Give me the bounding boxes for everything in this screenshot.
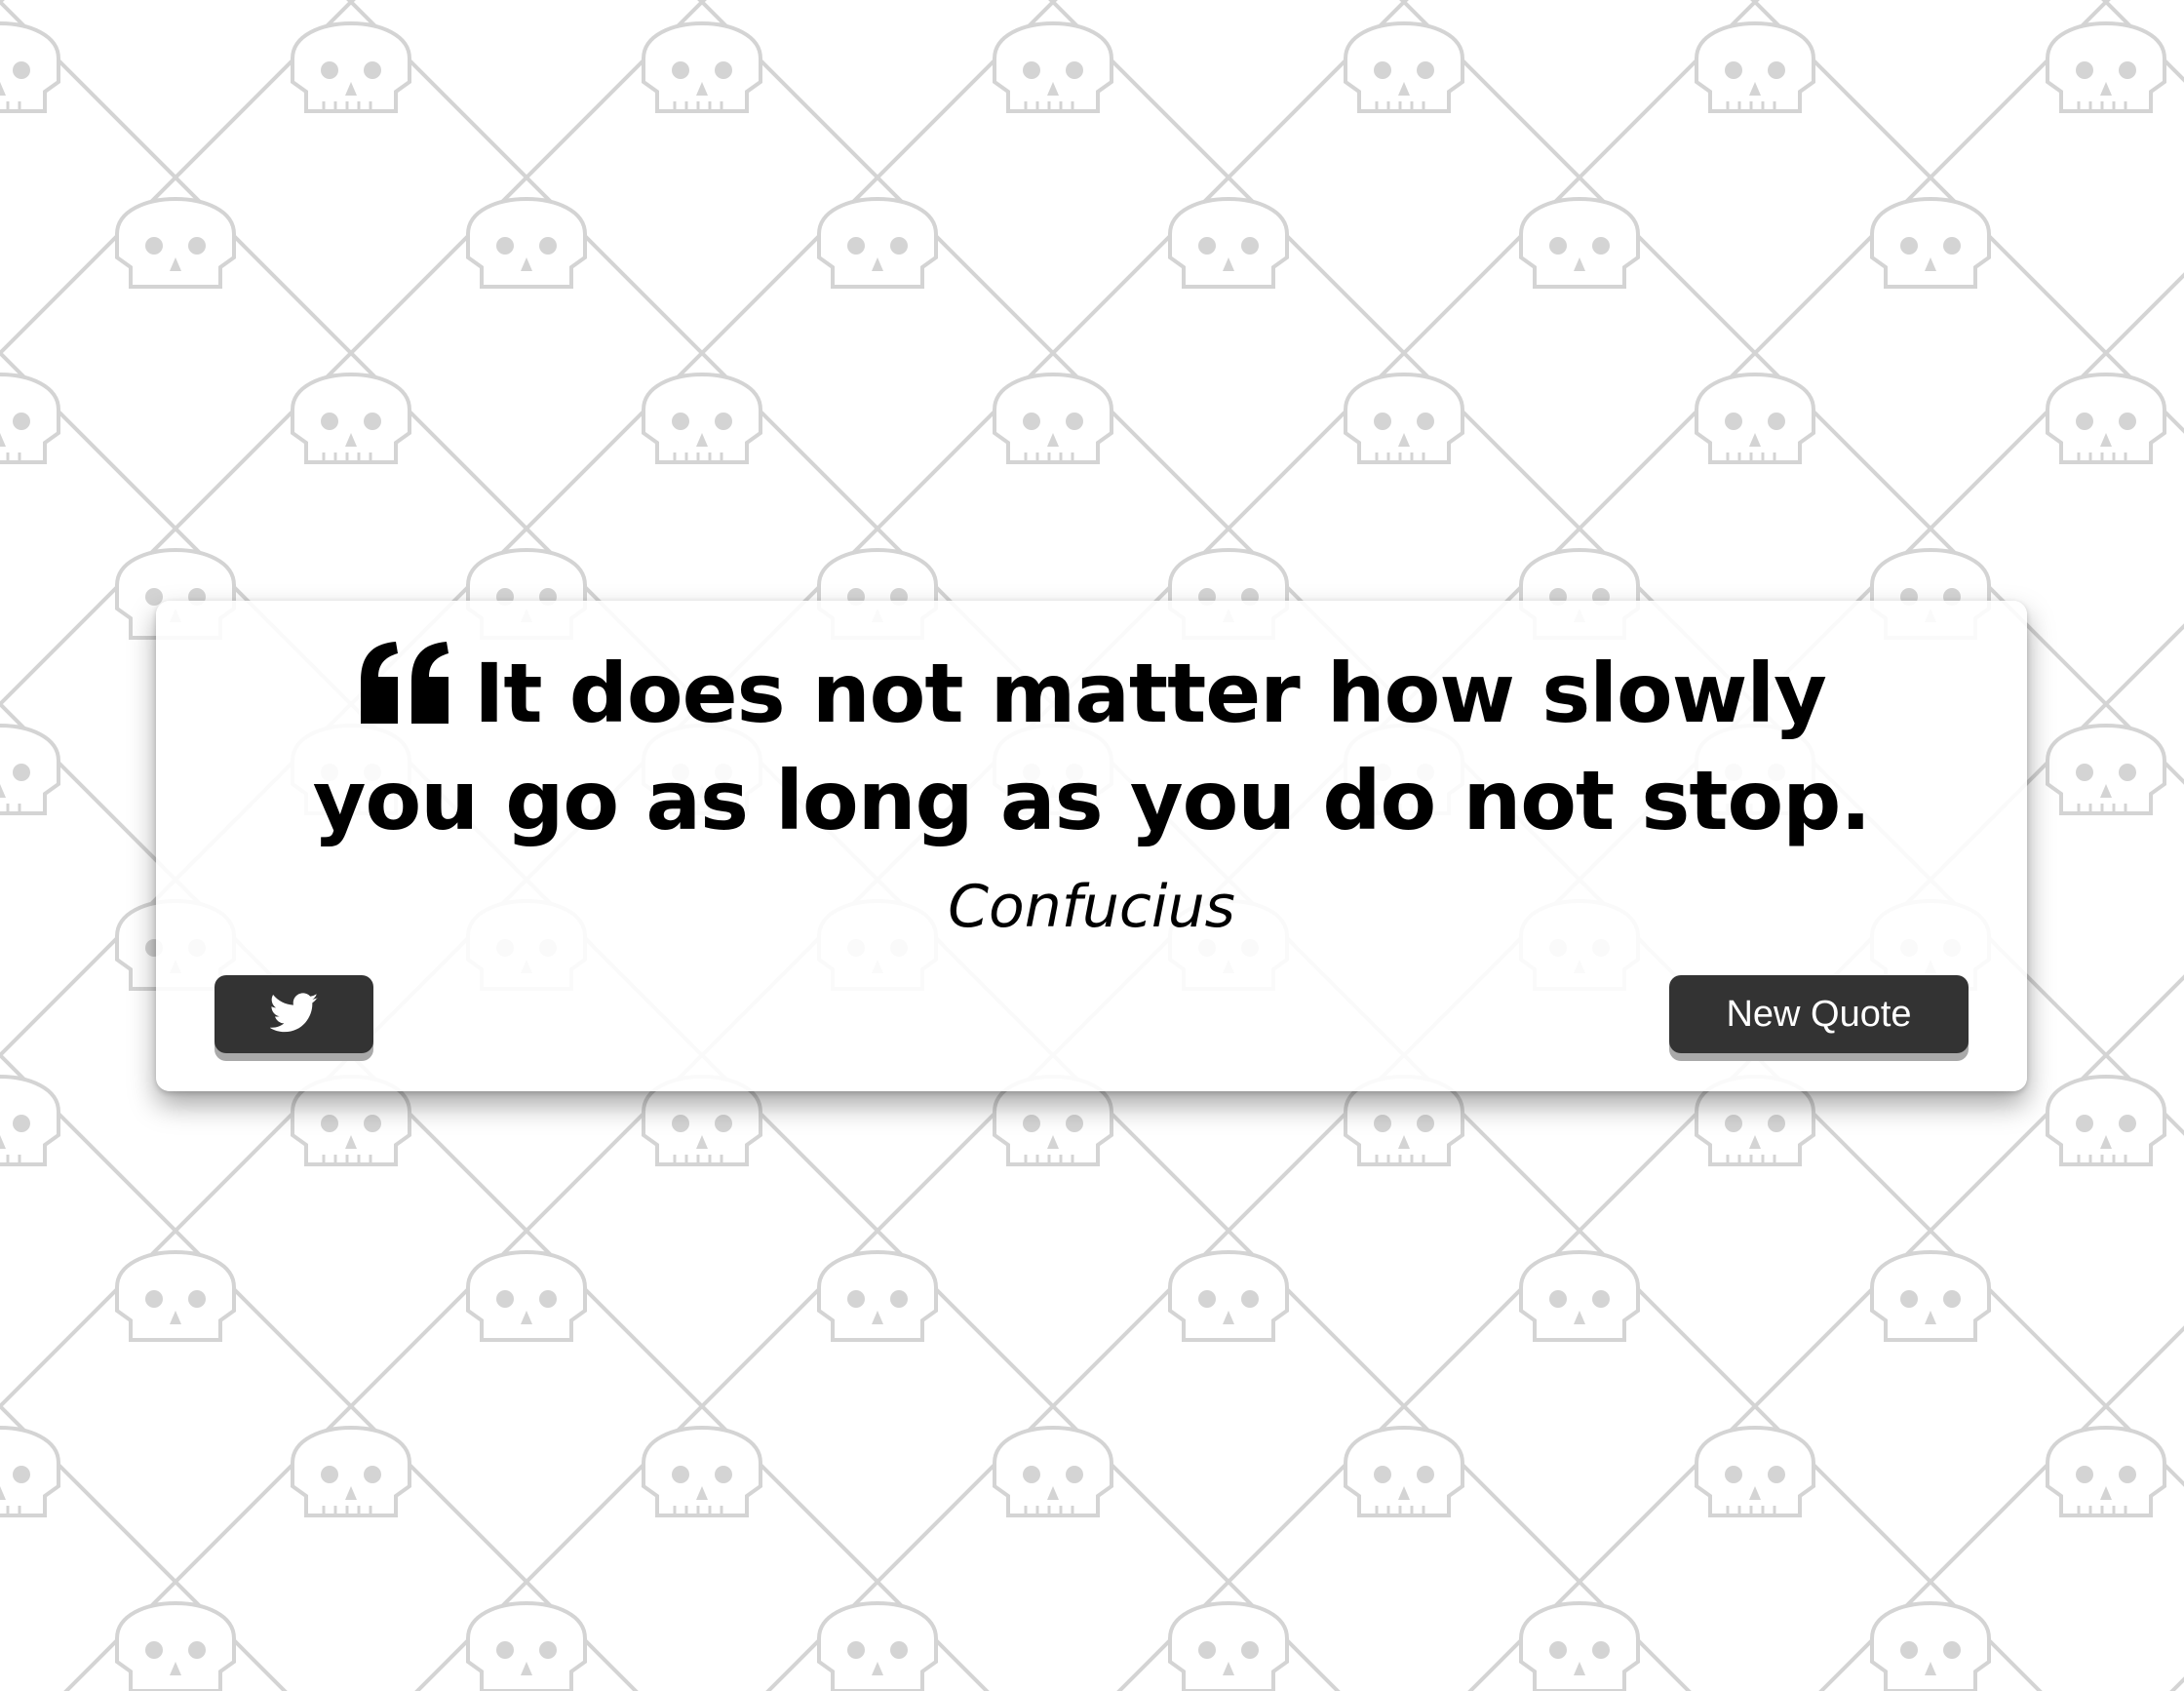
tweet-button[interactable] [214,975,373,1053]
quote-text-container: It does not matter how slowly you go as … [273,640,1910,854]
quote-left-icon [357,640,454,728]
quote-card: It does not matter how slowly you go as … [156,601,2027,1091]
twitter-icon [268,992,319,1037]
new-quote-button[interactable]: New Quote [1669,975,1969,1053]
quote-text: It does not matter how slowly you go as … [312,646,1872,848]
quote-author: Confucius [948,873,1235,941]
